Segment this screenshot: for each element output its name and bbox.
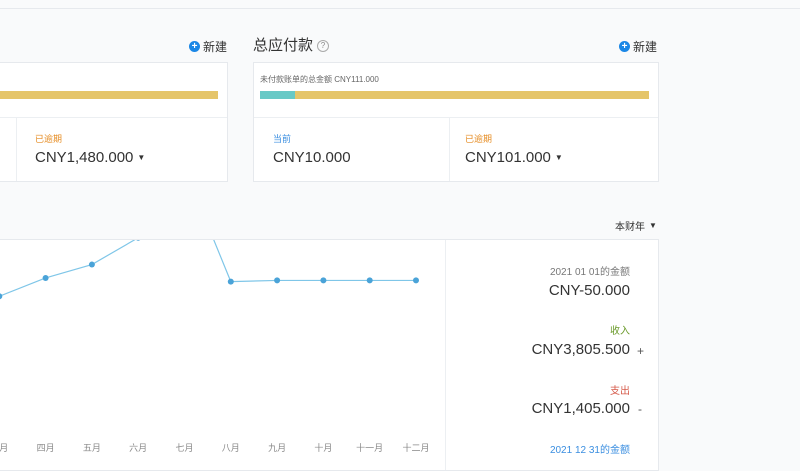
data-point-八月[interactable] bbox=[227, 278, 234, 285]
new-invoice-button[interactable]: + 新建 bbox=[189, 38, 227, 55]
income-label: 收入 bbox=[610, 326, 630, 337]
new-invoice-label: 新建 bbox=[203, 40, 228, 54]
receivable-card: 已逾期 CNY1,480.000 ▼ bbox=[0, 62, 228, 182]
income-sign: + bbox=[637, 344, 645, 358]
cashflow-chart bbox=[0, 240, 419, 300]
month-label: 四月 bbox=[36, 443, 55, 453]
opening-balance-label: 2021 01 01的金额 bbox=[549, 267, 630, 278]
month-label: 十二月 bbox=[402, 443, 430, 453]
card-divider bbox=[0, 117, 227, 118]
data-point-六月[interactable] bbox=[135, 240, 141, 241]
data-point-五月[interactable] bbox=[88, 261, 95, 268]
new-bill-button[interactable]: + 新建 bbox=[619, 38, 657, 55]
data-point-十月[interactable] bbox=[320, 277, 327, 284]
expense-sign: - bbox=[638, 402, 642, 416]
payable-progress-fill bbox=[260, 91, 295, 99]
payable-overdue-label: 已逾期 bbox=[465, 134, 493, 144]
payable-title-text: 总应付款 bbox=[253, 37, 314, 54]
caret-down-icon: ▼ bbox=[554, 153, 563, 162]
data-point-九月[interactable] bbox=[274, 277, 281, 284]
help-icon[interactable]: ? bbox=[317, 40, 330, 52]
series-line bbox=[0, 240, 416, 297]
caret-down-icon: ▼ bbox=[649, 221, 657, 230]
opening-balance-value: CNY-50.000 bbox=[548, 282, 630, 299]
new-bill-label: 新建 bbox=[633, 40, 658, 54]
payable-progress-bar bbox=[260, 91, 649, 99]
month-label: 十月 bbox=[314, 443, 333, 453]
card-column-divider bbox=[449, 117, 450, 181]
expense-value: CNY1,405.000 bbox=[531, 400, 630, 417]
receivable-overdue-label: 已逾期 bbox=[35, 134, 63, 144]
data-point-十一月[interactable] bbox=[366, 277, 373, 284]
fiscal-year-label: 本财年 bbox=[615, 222, 645, 233]
payable-current-label: 当前 bbox=[273, 134, 292, 144]
caret-down-icon: ▼ bbox=[137, 153, 146, 162]
month-label: 九月 bbox=[268, 443, 287, 453]
income-value: CNY3,805.500 bbox=[531, 341, 630, 358]
payable-overdue-amount: CNY101.000 bbox=[465, 149, 551, 166]
data-point-十二月[interactable] bbox=[413, 277, 419, 284]
top-divider bbox=[0, 8, 800, 9]
month-label: 三月 bbox=[0, 443, 9, 453]
plus-circle-icon: + bbox=[619, 41, 630, 52]
receivable-progress-bar bbox=[0, 91, 218, 99]
payable-card: 未付款账单的总金额 CNY111.000 当前 CNY10.000 已逾期 CN… bbox=[253, 62, 659, 182]
receivable-overdue-amount: CNY1,480.000 bbox=[35, 149, 134, 166]
payable-overdue-value[interactable]: CNY101.000 ▼ bbox=[465, 149, 563, 166]
month-label: 七月 bbox=[175, 443, 194, 453]
payable-title: 总应付款? bbox=[253, 34, 330, 55]
card-divider bbox=[254, 117, 658, 118]
payable-current-value: CNY10.000 bbox=[273, 149, 351, 166]
plus-circle-icon: + bbox=[189, 41, 200, 52]
payable-caption: 未付款账单的总金额 CNY111.000 bbox=[260, 75, 379, 84]
month-label: 八月 bbox=[221, 443, 240, 453]
month-label: 十一月 bbox=[356, 443, 384, 453]
cashflow-divider bbox=[445, 240, 446, 470]
card-column-divider bbox=[16, 117, 17, 181]
receivable-overdue-value[interactable]: CNY1,480.000 ▼ bbox=[35, 149, 145, 166]
closing-balance-label: 2021 12 31的金额 bbox=[549, 445, 630, 456]
expense-label: 支出 bbox=[610, 386, 630, 397]
month-label: 五月 bbox=[82, 443, 101, 453]
data-point-三月[interactable] bbox=[0, 293, 3, 300]
month-label: 六月 bbox=[129, 443, 148, 453]
fiscal-year-select[interactable]: 本财年 ▼ bbox=[615, 218, 657, 233]
data-point-四月[interactable] bbox=[42, 274, 49, 281]
